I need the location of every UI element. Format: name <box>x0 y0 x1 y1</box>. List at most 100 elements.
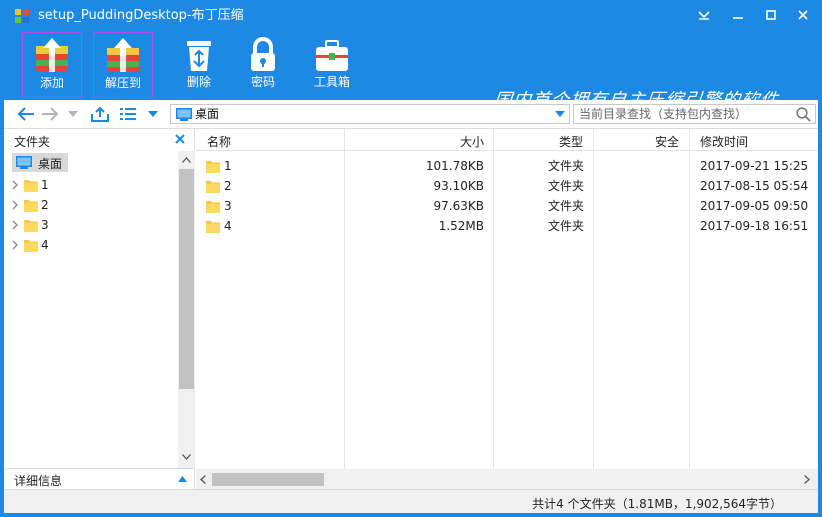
maximize-button[interactable] <box>759 4 783 26</box>
folder-tree-header: 文件夹 <box>4 129 195 151</box>
column-header-size[interactable]: 大小 <box>460 133 484 150</box>
file-list: 名称 大小 类型 安全 修改时间 1 101.78KB 文件夹 2017-09-… <box>196 129 818 490</box>
tree-item[interactable]: 3 <box>4 215 177 235</box>
search-input[interactable] <box>579 106 789 122</box>
file-type: 文件夹 <box>547 199 584 213</box>
file-type: 文件夹 <box>547 159 584 173</box>
file-row[interactable]: 4 1.52MB 文件夹 2017-09-18 16:51 <box>196 216 818 236</box>
recycle-bin-icon <box>187 41 211 71</box>
file-row[interactable]: 1 101.78KB 文件夹 2017-09-21 15:25 <box>196 156 818 176</box>
lock-icon <box>251 37 275 71</box>
file-size: 101.78KB <box>425 159 484 173</box>
app-logo-icon <box>15 9 29 23</box>
desktop-icon <box>16 156 32 169</box>
history-dropdown[interactable] <box>66 105 80 123</box>
tree-item[interactable]: 1 <box>4 175 177 195</box>
details-label: 详细信息 <box>14 474 63 488</box>
arrow-right-icon <box>42 107 59 121</box>
extract-to-icon <box>107 38 139 72</box>
folder-icon <box>24 240 38 252</box>
view-mode-dropdown[interactable] <box>146 105 160 123</box>
menu-button[interactable] <box>692 4 716 26</box>
file-name: 3 <box>224 199 232 213</box>
delete-button[interactable]: 删除 <box>169 32 229 98</box>
file-list-header: 名称 大小 类型 安全 修改时间 <box>196 129 818 151</box>
tree-item[interactable]: 2 <box>4 195 177 215</box>
desktop-icon <box>176 108 192 121</box>
search-icon[interactable] <box>796 107 811 122</box>
tree-vertical-scrollbar[interactable] <box>178 151 195 468</box>
chevron-right-icon[interactable] <box>12 220 18 230</box>
extract-to-button[interactable]: 解压到 <box>93 32 153 98</box>
scrollbar-thumb[interactable] <box>179 169 194 389</box>
folder-icon <box>206 221 220 233</box>
folder-icon <box>206 201 220 213</box>
file-modified: 2017-08-15 05:54 <box>700 179 809 193</box>
extract-to-button-label: 解压到 <box>104 76 141 90</box>
triangle-up-icon <box>178 476 187 482</box>
title-bar: setup_PuddingDesktop-布丁压缩 <box>0 0 822 30</box>
tree-item-desktop[interactable]: 桌面 <box>12 153 68 172</box>
folder-icon <box>24 180 38 192</box>
file-row[interactable]: 3 97.63KB 文件夹 2017-09-05 09:50 <box>196 196 818 216</box>
file-row[interactable]: 2 93.10KB 文件夹 2017-08-15 05:54 <box>196 176 818 196</box>
scrollbar-thumb[interactable] <box>212 473 324 486</box>
tree-item-label: 1 <box>41 178 49 192</box>
scroll-down-icon[interactable] <box>182 454 191 460</box>
close-panel-icon[interactable] <box>174 133 186 145</box>
view-mode-button[interactable] <box>118 105 138 123</box>
app-window: setup_PuddingDesktop-布丁压缩 添加 解压到 删除 密码 工… <box>0 0 822 517</box>
forward-button[interactable] <box>40 105 60 123</box>
folder-tree-title: 文件夹 <box>14 135 51 149</box>
toolbox-icon <box>316 40 348 71</box>
menu-chevron-icon <box>698 11 710 20</box>
add-button[interactable]: 添加 <box>22 32 82 98</box>
triangle-down-icon <box>148 111 158 117</box>
file-name: 2 <box>224 179 232 193</box>
chevron-right-icon[interactable] <box>12 200 18 210</box>
toolbar: 添加 解压到 删除 密码 工具箱 <box>0 30 822 111</box>
add-button-label: 添加 <box>39 76 64 90</box>
tree-item-label: 桌面 <box>38 157 63 171</box>
arrow-left-icon <box>17 107 34 121</box>
search-box <box>573 104 816 124</box>
folder-icon <box>206 181 220 193</box>
column-header-name[interactable]: 名称 <box>207 133 231 150</box>
toolbox-button-label: 工具箱 <box>313 75 350 89</box>
column-header-modified[interactable]: 修改时间 <box>700 133 748 150</box>
password-button[interactable]: 密码 <box>233 32 293 98</box>
scroll-up-icon[interactable] <box>182 157 191 163</box>
chevron-right-icon[interactable] <box>12 180 18 190</box>
back-button[interactable] <box>16 105 36 123</box>
scroll-left-icon[interactable] <box>200 475 206 484</box>
upload-folder-icon <box>91 106 109 122</box>
folder-tree-panel: 文件夹 桌面 1 2 3 4 详细信息 <box>4 129 195 490</box>
tree-item[interactable]: 4 <box>4 235 177 255</box>
folder-tree: 桌面 1 2 3 4 <box>4 151 177 468</box>
close-icon <box>798 10 808 20</box>
list-horizontal-scrollbar[interactable] <box>196 469 818 490</box>
address-dropdown-icon[interactable] <box>555 111 565 117</box>
file-modified: 2017-09-21 15:25 <box>700 159 809 173</box>
column-header-type[interactable]: 类型 <box>559 133 583 150</box>
window-title: setup_PuddingDesktop-布丁压缩 <box>38 8 244 23</box>
column-header-security[interactable]: 安全 <box>655 133 679 150</box>
file-size: 1.52MB <box>438 219 484 233</box>
scroll-right-icon[interactable] <box>804 475 810 484</box>
chevron-right-icon[interactable] <box>12 240 18 250</box>
minimize-button[interactable] <box>726 4 750 26</box>
status-text: 共计4 个文件夹（1.81MB，1,902,564字节） <box>532 497 782 511</box>
file-size: 93.10KB <box>433 179 484 193</box>
main-area: 文件夹 桌面 1 2 3 4 详细信息 名称 大小 类型 安全 修改时间 1 1… <box>4 128 818 490</box>
file-modified: 2017-09-05 09:50 <box>700 199 809 213</box>
file-name: 1 <box>224 159 232 173</box>
details-panel-toggle[interactable]: 详细信息 <box>4 468 195 490</box>
maximize-icon <box>766 10 776 20</box>
delete-button-label: 删除 <box>186 75 211 89</box>
list-view-icon <box>120 108 136 120</box>
address-bar[interactable]: 桌面 <box>170 104 570 124</box>
tree-item-label: 4 <box>41 238 49 252</box>
toolbox-button[interactable]: 工具箱 <box>302 32 362 98</box>
close-button[interactable] <box>791 4 815 26</box>
up-level-button[interactable] <box>90 105 110 123</box>
